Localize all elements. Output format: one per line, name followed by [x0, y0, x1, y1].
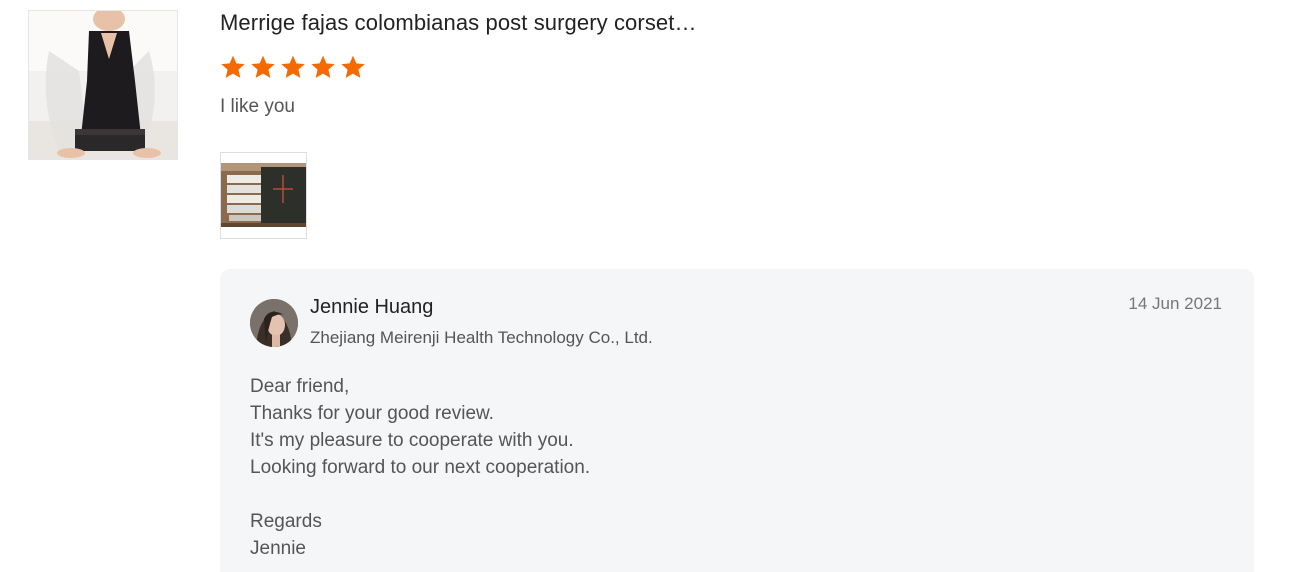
avatar-image: [250, 299, 298, 347]
star-rating: [220, 54, 366, 80]
product-image: [29, 11, 177, 159]
reply-line: Regards: [250, 511, 322, 532]
review-photo-thumbnail[interactable]: [220, 152, 307, 239]
seller-name: Jennie Huang: [310, 296, 434, 318]
reply-message: Dear friend, Thanks for your good review…: [250, 373, 590, 562]
review-photo-image: [221, 153, 306, 238]
seller-company[interactable]: Zhejiang Meirenji Health Technology Co.,…: [310, 328, 653, 348]
review-item: Merrige fajas colombianas post surgery c…: [0, 0, 1308, 572]
reply-line: [250, 481, 590, 508]
avatar: [250, 299, 298, 347]
review-text: I like you: [220, 96, 295, 117]
star-icon: [221, 55, 245, 78]
product-thumbnail[interactable]: [28, 10, 178, 160]
star-icon: [251, 55, 275, 78]
star-icon: [341, 55, 365, 78]
reply-line: Jennie: [250, 538, 306, 559]
reply-line: Dear friend,: [250, 376, 350, 397]
star-icon: [311, 55, 335, 78]
product-title[interactable]: Merrige fajas colombianas post surgery c…: [220, 10, 697, 36]
reply-line: Thanks for your good review.: [250, 403, 494, 424]
reply-line: Looking forward to our next cooperation.: [250, 457, 591, 478]
reply-date: 14 Jun 2021: [1128, 294, 1222, 313]
seller-reply: Jennie Huang Zhejiang Meirenji Health Te…: [220, 269, 1254, 572]
star-icon: [281, 55, 305, 78]
reply-line: It's my pleasure to cooperate with you.: [250, 430, 574, 451]
